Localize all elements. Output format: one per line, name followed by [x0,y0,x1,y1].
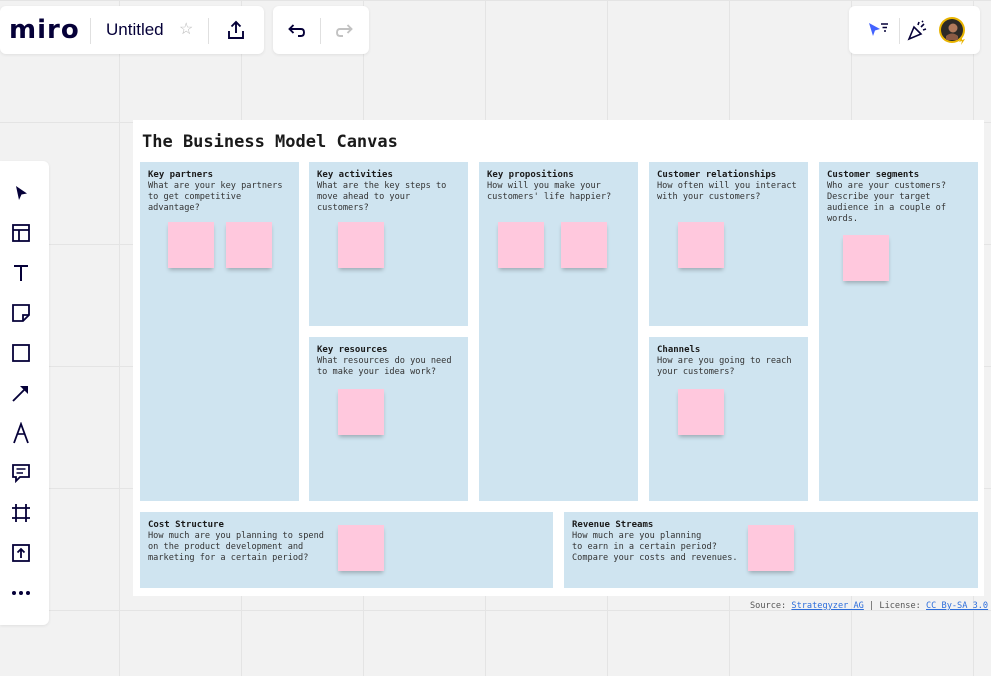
miro-logo[interactable]: miro [9,17,80,43]
celebration-icon[interactable] [905,18,931,42]
block-key-activities[interactable]: Key activities What are the key steps to… [309,162,468,326]
divider [899,18,900,44]
templates-icon[interactable] [9,221,33,245]
undo-icon[interactable] [284,18,308,42]
sticky-note[interactable] [338,525,384,571]
block-title: Customer relationships [657,170,777,180]
select-tool-icon[interactable] [9,181,33,205]
block-description: What are your key partners to get compet… [148,181,283,213]
block-channels[interactable]: Channels How are you going to reach your… [649,337,808,501]
pen-tool-icon[interactable] [9,421,33,445]
block-customer-segments[interactable]: Customer segments Who are your customers… [819,162,978,501]
block-title: Key activities [317,170,393,180]
star-icon[interactable]: ☆ [179,19,193,39]
block-key-propositions[interactable]: Key propositions How will you make your … [479,162,638,501]
more-tools-icon[interactable] [9,581,33,605]
divider [90,18,91,44]
block-title: Channels [657,345,701,355]
avatar[interactable] [938,16,968,46]
block-title: Key partners [148,170,214,180]
block-key-partners[interactable]: Key partners What are your key partners … [140,162,299,501]
sticky-note[interactable] [678,222,724,268]
board-title[interactable]: Untitled [106,20,164,40]
sticky-note[interactable] [843,235,889,281]
board-header: miro Untitled ☆ [0,6,264,54]
cursor-filter-icon[interactable] [865,18,891,42]
canvas-title: The Business Model Canvas [142,132,398,152]
sticky-note[interactable] [338,389,384,435]
frame-tool-icon[interactable] [9,501,33,525]
sticky-note-icon[interactable] [9,301,33,325]
divider [208,18,209,44]
license-label: License: [879,601,921,611]
connection-line-icon[interactable] [9,381,33,405]
redo-icon[interactable] [333,18,357,42]
license-link[interactable]: CC By-SA 3.0 [926,601,988,611]
block-description: How are you going to reach your customer… [657,356,792,377]
sticky-note[interactable] [226,222,272,268]
sticky-note[interactable] [678,389,724,435]
left-toolbar [0,161,49,625]
block-description: What resources do you need to make your … [317,356,452,377]
business-model-canvas-frame[interactable]: The Business Model Canvas Key partners W… [133,120,984,596]
block-description: How will you make your customers' life h… [487,181,612,202]
block-title: Key resources [317,345,388,355]
shape-tool-icon[interactable] [9,341,33,365]
source-license-footer: Source: Strategyzer AG | License: CC By-… [750,601,988,611]
block-customer-relationships[interactable]: Customer relationships How often will yo… [649,162,808,326]
source-label: Source: [750,601,787,611]
sticky-note[interactable] [561,222,607,268]
collaboration-panel [849,6,980,54]
history-controls [273,6,369,54]
source-link[interactable]: Strategyzer AG [791,601,863,611]
block-description: Who are your customers? Describe your ta… [827,181,946,224]
sticky-note[interactable] [168,222,214,268]
upload-icon[interactable] [9,541,33,565]
sticky-note[interactable] [338,222,384,268]
sticky-note[interactable] [748,525,794,571]
sticky-note[interactable] [498,222,544,268]
divider [320,18,321,44]
share-upload-icon[interactable] [224,18,248,42]
block-title: Customer segments [827,170,920,180]
block-description: How often will you interact with your cu… [657,181,797,202]
footer-separator: | [869,601,875,611]
text-tool-icon[interactable] [9,261,33,285]
block-title: Key propositions [487,170,574,180]
block-key-resources[interactable]: Key resources What resources do you need… [309,337,468,501]
block-description: What are the key steps to move ahead to … [317,181,447,213]
comment-icon[interactable] [9,461,33,485]
